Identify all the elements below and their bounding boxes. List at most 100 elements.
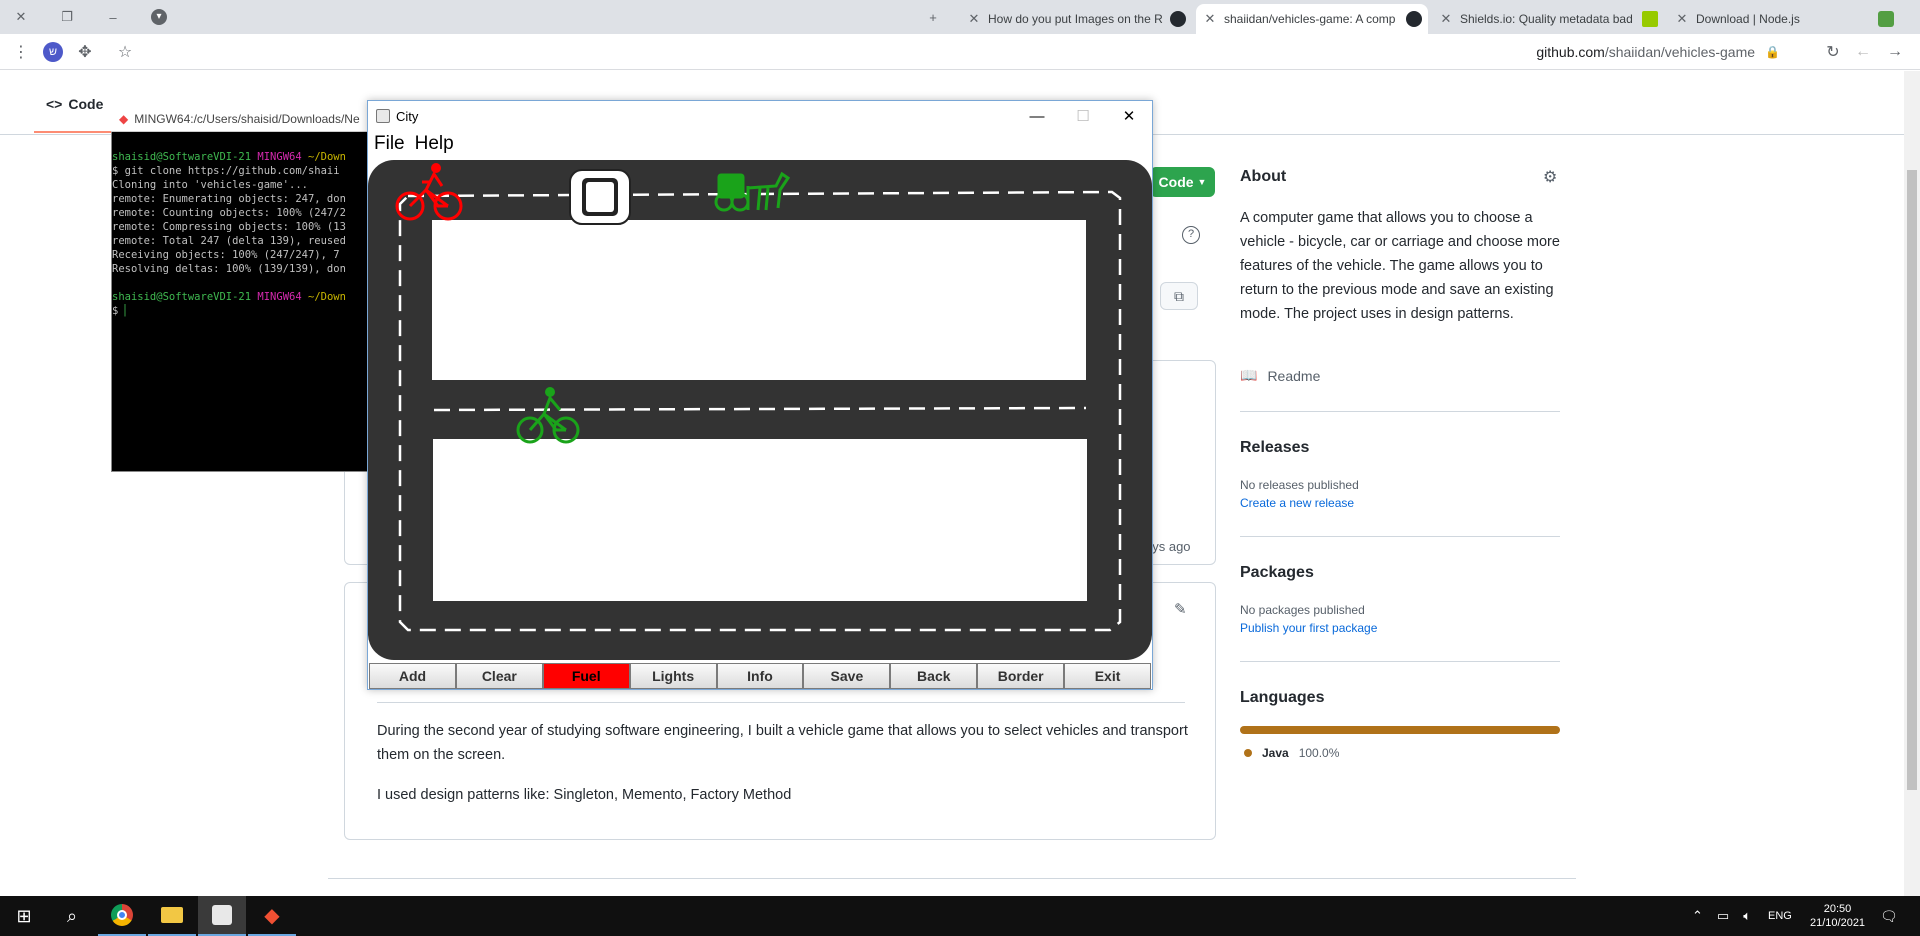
about-heading: About bbox=[1240, 168, 1287, 185]
sidebar-divider bbox=[1240, 411, 1560, 412]
restore-window-icon[interactable]: ❐ bbox=[52, 0, 82, 34]
close-window-icon[interactable]: ✕ bbox=[6, 0, 36, 34]
prompt-env: MINGW64 bbox=[257, 291, 302, 303]
tab-title: How do you put Images on the R bbox=[988, 12, 1163, 26]
terminal-line: remote: Compressing objects: 100% (13 bbox=[112, 221, 346, 233]
extension-profile-icon[interactable]: ש bbox=[40, 34, 66, 70]
language-name: Java bbox=[1262, 746, 1289, 760]
clock-time: 20:50 bbox=[1823, 903, 1852, 915]
clock[interactable]: 20:50 21/10/2021 bbox=[1810, 896, 1865, 936]
reload-icon[interactable]: ↻ bbox=[1820, 34, 1846, 70]
save-button[interactable]: Save bbox=[803, 663, 891, 689]
close-icon[interactable]: ✕ bbox=[1106, 101, 1152, 131]
file-explorer-icon[interactable] bbox=[148, 896, 196, 936]
copy-clipboard-icon[interactable]: ⧉ bbox=[1160, 282, 1198, 310]
menu-file[interactable]: File bbox=[374, 133, 405, 155]
forward-arrow-icon[interactable]: → bbox=[1882, 34, 1908, 70]
browser-tab[interactable]: ✕ Download | Node.js bbox=[1668, 4, 1900, 34]
back-button[interactable]: Back bbox=[890, 663, 978, 689]
help-question-icon[interactable]: ? bbox=[1182, 226, 1200, 244]
language-indicator[interactable]: ENG bbox=[1768, 896, 1792, 936]
prompt-user: shaisid@SoftwareVDI-21 bbox=[112, 151, 252, 163]
terminal-line: Receiving objects: 100% (247/247), 7 bbox=[112, 249, 340, 261]
languages-heading: Languages bbox=[1240, 689, 1325, 706]
clear-button[interactable]: Clear bbox=[455, 663, 543, 689]
close-tab-icon[interactable]: ✕ bbox=[1438, 11, 1454, 27]
footer-divider bbox=[328, 878, 1576, 879]
no-packages-text: No packages published bbox=[1240, 603, 1365, 617]
publish-package-link[interactable]: Publish your first package bbox=[1240, 621, 1377, 635]
prompt-user: shaisid@SoftwareVDI-21 bbox=[112, 291, 252, 303]
browser-tab[interactable]: ✕ Shields.io: Quality metadata bad bbox=[1432, 4, 1664, 34]
maximize-icon[interactable]: ☐ bbox=[1060, 101, 1106, 131]
extensions-puzzle-icon[interactable]: ✥ bbox=[72, 34, 98, 70]
git-bash-icon: ◆ bbox=[119, 111, 129, 126]
chevron-up-icon[interactable]: ⌃ bbox=[1692, 908, 1703, 924]
fuel-button[interactable]: Fuel bbox=[542, 663, 630, 689]
road-board[interactable] bbox=[368, 160, 1152, 660]
menu-help[interactable]: Help bbox=[415, 133, 454, 155]
edit-pencil-icon[interactable]: ✎ bbox=[1174, 600, 1187, 618]
caret-down-icon: ▼ bbox=[1197, 177, 1207, 187]
car-white[interactable] bbox=[569, 169, 631, 225]
network-icon[interactable]: ▭ bbox=[1717, 908, 1729, 924]
terminal-line: Cloning into 'vehicles-game'... bbox=[112, 179, 308, 191]
search-icon[interactable]: ⌕ bbox=[48, 896, 96, 936]
tab-search-icon[interactable]: ▾ bbox=[144, 0, 174, 34]
url-host: github.com bbox=[1536, 44, 1605, 60]
bookmark-star-icon[interactable]: ☆ bbox=[112, 34, 138, 70]
no-releases-text: No releases published bbox=[1240, 478, 1359, 492]
minimize-window-icon[interactable]: – bbox=[98, 0, 128, 34]
notifications-icon[interactable]: 🗨︎ bbox=[1880, 896, 1898, 936]
readme-divider bbox=[377, 702, 1185, 703]
code-dropdown-button[interactable]: Code ▼ bbox=[1150, 167, 1215, 197]
readme-link[interactable]: 📖 Readme bbox=[1240, 367, 1320, 384]
terminal-cursor-line[interactable]: $ bbox=[112, 305, 125, 317]
system-tray-icons[interactable]: ⌃ ▭ 🔈︎ bbox=[1692, 896, 1751, 936]
close-tab-icon[interactable]: ✕ bbox=[966, 11, 982, 27]
city-title: City bbox=[396, 108, 419, 124]
close-tab-icon[interactable]: ✕ bbox=[1202, 11, 1218, 27]
minimize-icon[interactable]: — bbox=[1014, 101, 1060, 131]
tab-title: Download | Node.js bbox=[1696, 12, 1800, 26]
settings-gear-icon[interactable]: ⚙ bbox=[1543, 167, 1557, 187]
releases-heading: Releases bbox=[1240, 439, 1310, 456]
chrome-taskbar-icon[interactable] bbox=[98, 896, 146, 936]
terminal-line: $ git clone https://github.com/shaii bbox=[112, 165, 340, 177]
java-taskbar-icon[interactable] bbox=[198, 896, 246, 936]
packages-heading: Packages bbox=[1240, 564, 1314, 581]
back-arrow-icon[interactable]: ← bbox=[1850, 34, 1876, 70]
browser-tab-active[interactable]: ✕ shaiidan/vehicles-game: A comp bbox=[1196, 4, 1428, 34]
terminal-line: remote: Total 247 (delta 139), reused bbox=[112, 235, 346, 247]
windows-start-icon[interactable]: ⊞ bbox=[0, 896, 48, 936]
lights-button[interactable]: Lights bbox=[629, 663, 717, 689]
terminal-line: remote: Enumerating objects: 247, don bbox=[112, 193, 346, 205]
info-button[interactable]: Info bbox=[716, 663, 804, 689]
browser-tab[interactable]: ✕ How do you put Images on the R bbox=[960, 4, 1192, 34]
git-bash-taskbar-icon[interactable]: ◆ bbox=[248, 896, 296, 936]
readme-paragraph: During the second year of studying softw… bbox=[377, 723, 1188, 763]
scrollbar-thumb[interactable] bbox=[1907, 170, 1917, 790]
nodejs-favicon-icon bbox=[1878, 11, 1894, 27]
address-bar[interactable]: github.com/shaiidan/vehicles-game 🔒 bbox=[1300, 34, 1780, 70]
border-button[interactable]: Border bbox=[977, 663, 1065, 689]
lock-icon[interactable]: 🔒 bbox=[1765, 45, 1780, 59]
active-tab-underline bbox=[34, 131, 114, 133]
github-favicon-icon bbox=[1170, 11, 1186, 27]
tab-code[interactable]: <> Code bbox=[46, 96, 103, 112]
tab-title: Shields.io: Quality metadata bad bbox=[1460, 12, 1633, 26]
code-brackets-icon: <> bbox=[46, 96, 63, 112]
add-button[interactable]: Add bbox=[369, 663, 456, 689]
new-tab-icon[interactable]: + bbox=[918, 0, 948, 34]
language-dot-icon bbox=[1244, 749, 1252, 757]
menu-kebab-icon[interactable]: ⋮ bbox=[8, 34, 34, 70]
terminal-titlebar[interactable]: ◆ MINGW64:/c/Users/shaisid/Downloads/Ne bbox=[111, 106, 371, 132]
close-tab-icon[interactable]: ✕ bbox=[1674, 11, 1690, 27]
language-item[interactable]: Java 100.0% bbox=[1244, 746, 1339, 760]
exit-button[interactable]: Exit bbox=[1064, 663, 1152, 689]
create-release-link[interactable]: Create a new release bbox=[1240, 496, 1354, 510]
readme-link-label: Readme bbox=[1267, 367, 1321, 384]
terminal-line: remote: Counting objects: 100% (247/2 bbox=[112, 207, 346, 219]
volume-icon[interactable]: 🔈︎ bbox=[1743, 908, 1751, 924]
readme-paragraph: I used design patterns like: Singleton, … bbox=[377, 787, 792, 803]
